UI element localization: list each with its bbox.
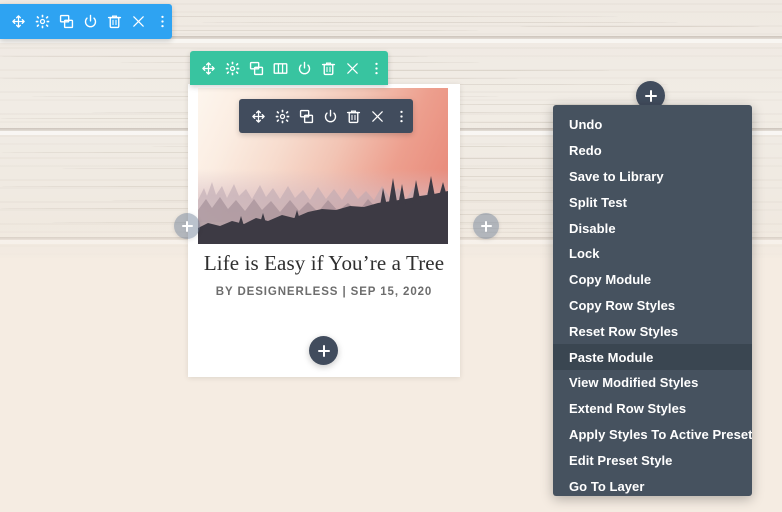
context-menu-item-view-modified-styles[interactable]: View Modified Styles xyxy=(553,370,752,396)
context-menu-item-paste-module[interactable]: Paste Module xyxy=(553,344,752,370)
plus-icon xyxy=(322,344,325,357)
power-icon[interactable] xyxy=(81,4,100,39)
context-menu-item-redo[interactable]: Redo xyxy=(553,138,752,164)
plank-highlight xyxy=(0,39,782,43)
add-column-right-button[interactable] xyxy=(473,213,499,239)
plus-icon xyxy=(186,220,188,232)
builder-canvas: Life is Easy if You’re a Tree BY DESIGNE… xyxy=(0,0,782,512)
card-text-block: Life is Easy if You’re a Tree BY DESIGNE… xyxy=(188,250,460,298)
wood-grain-line xyxy=(520,26,760,27)
move-icon[interactable] xyxy=(247,99,270,133)
context-menu-item-extend-row-styles[interactable]: Extend Row Styles xyxy=(553,396,752,422)
kebab-menu-icon[interactable] xyxy=(365,51,388,85)
wood-grain-line xyxy=(200,22,680,23)
context-menu-item-save-to-library[interactable]: Save to Library xyxy=(553,164,752,190)
kebab-menu-icon[interactable] xyxy=(153,4,172,39)
duplicate-icon[interactable] xyxy=(245,51,268,85)
row-settings-toolbar[interactable] xyxy=(190,51,388,85)
context-menu-item-split-test[interactable]: Split Test xyxy=(553,189,752,215)
context-menu-item-apply-styles-to-active-preset[interactable]: Apply Styles To Active Preset xyxy=(553,422,752,448)
gear-icon[interactable] xyxy=(271,99,294,133)
card-meta: BY DESIGNERLESS | SEP 15, 2020 xyxy=(215,286,433,299)
add-module-button[interactable] xyxy=(309,336,338,365)
add-column-left-button[interactable] xyxy=(174,213,200,239)
columns-icon[interactable] xyxy=(269,51,292,85)
close-icon[interactable] xyxy=(366,99,389,133)
trash-icon[interactable] xyxy=(317,51,340,85)
context-menu-item-go-to-layer[interactable]: Go To Layer xyxy=(553,473,752,496)
gear-icon[interactable] xyxy=(33,4,52,39)
context-menu-item-edit-preset-style[interactable]: Edit Preset Style xyxy=(553,447,752,473)
context-menu-item-reset-row-styles[interactable]: Reset Row Styles xyxy=(553,318,752,344)
right-click-context-menu[interactable]: Undo Redo Save to Library Split Test Disable… xyxy=(553,105,752,496)
context-menu-item-copy-row-styles[interactable]: Copy Row Styles xyxy=(553,293,752,319)
module-settings-toolbar[interactable] xyxy=(239,99,413,133)
treeline-silhouette xyxy=(198,176,448,244)
move-icon[interactable] xyxy=(197,51,220,85)
power-icon[interactable] xyxy=(293,51,316,85)
close-icon[interactable] xyxy=(341,51,364,85)
power-icon[interactable] xyxy=(319,99,342,133)
context-menu-item-undo[interactable]: Undo xyxy=(553,112,752,138)
close-icon[interactable] xyxy=(129,4,148,39)
trash-icon[interactable] xyxy=(342,99,365,133)
plus-icon xyxy=(649,89,652,102)
gear-icon[interactable] xyxy=(221,51,244,85)
context-menu-item-disable[interactable]: Disable xyxy=(553,215,752,241)
plus-icon xyxy=(485,220,487,232)
section-settings-toolbar[interactable] xyxy=(0,4,172,39)
card-title: Life is Easy if You’re a Tree xyxy=(203,251,445,275)
kebab-menu-icon[interactable] xyxy=(390,99,413,133)
move-icon[interactable] xyxy=(9,4,28,39)
trash-icon[interactable] xyxy=(105,4,124,39)
duplicate-icon[interactable] xyxy=(57,4,76,39)
duplicate-icon[interactable] xyxy=(295,99,318,133)
context-menu-item-copy-module[interactable]: Copy Module xyxy=(553,267,752,293)
context-menu-item-lock[interactable]: Lock xyxy=(553,241,752,267)
